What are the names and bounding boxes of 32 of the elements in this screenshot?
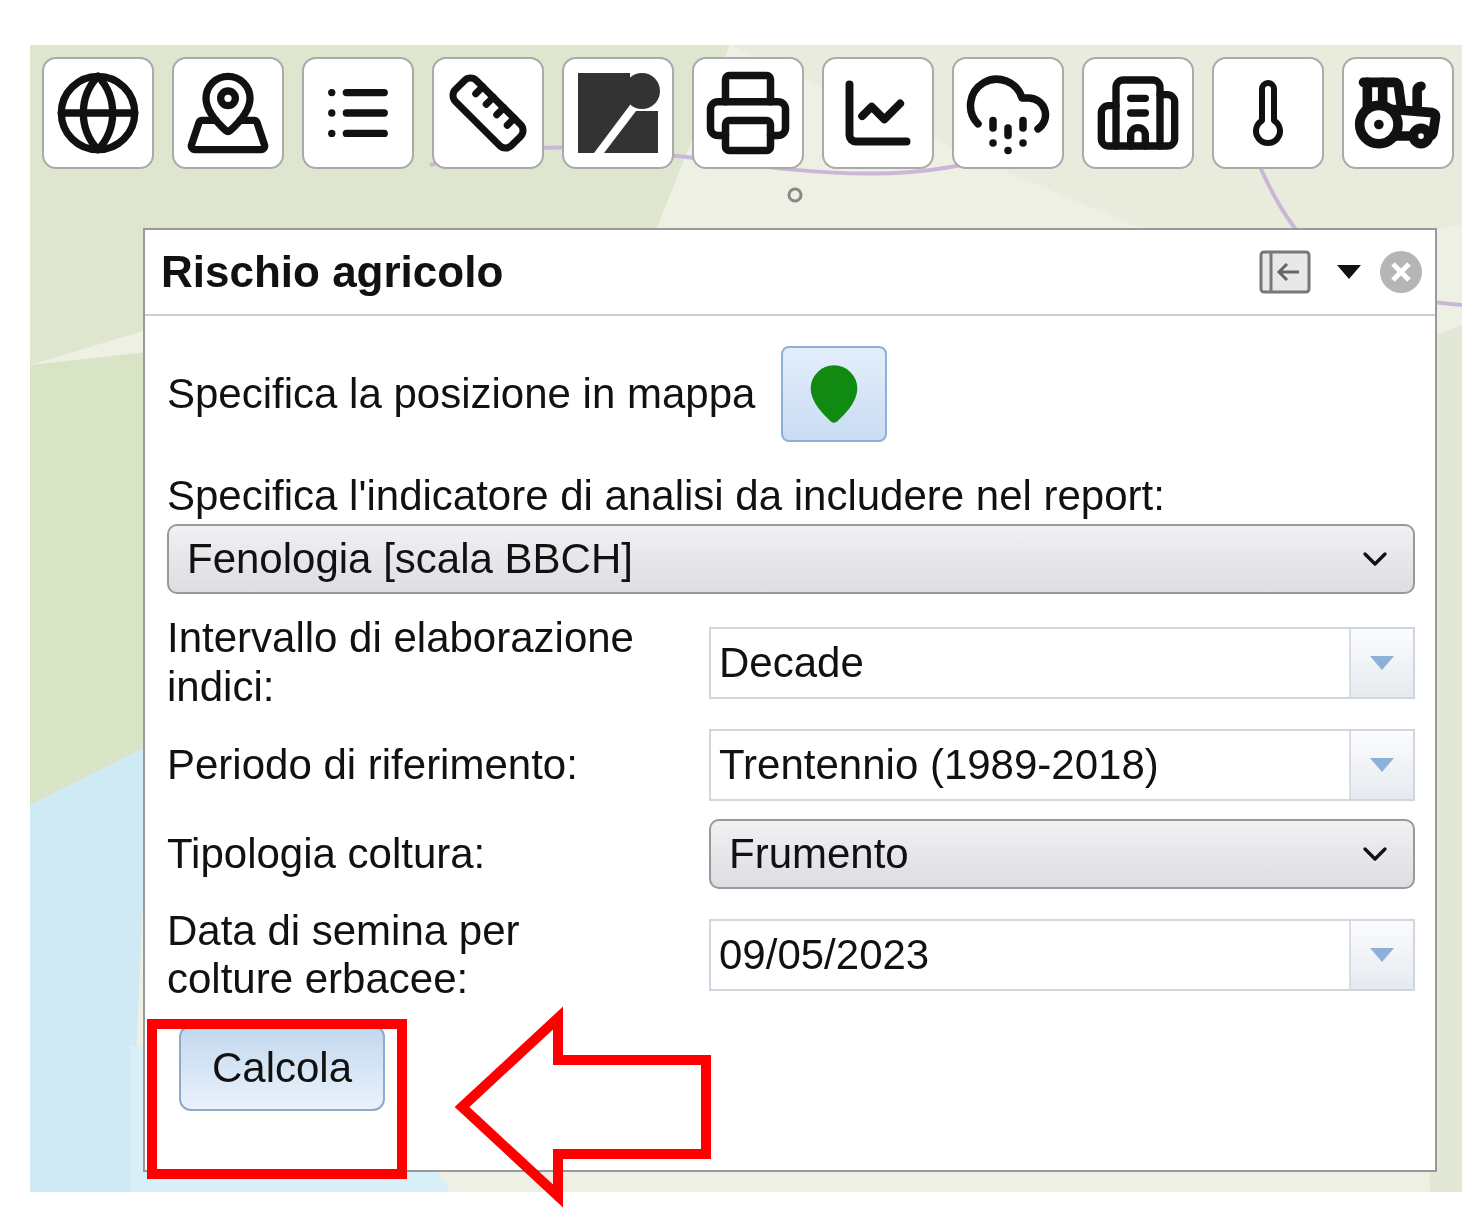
ruler-icon	[446, 71, 530, 155]
combo-field[interactable]: Decade	[709, 626, 1415, 699]
tool-button[interactable]	[1082, 57, 1194, 169]
tool-button[interactable]	[822, 57, 934, 169]
tool-button[interactable]	[562, 57, 674, 169]
caret-icon	[1370, 655, 1394, 670]
field-label: Data di semina per colture erbacee:	[167, 906, 521, 1004]
indicator-label: Specifica l'indicatore di analisi da includere nel report:	[167, 472, 1166, 521]
location-label: Specifica la posizione in mappa	[167, 369, 756, 419]
caret-icon	[1370, 757, 1394, 772]
caret-icon	[1370, 948, 1394, 963]
dock-icon	[1259, 250, 1311, 294]
pick-location-button[interactable]	[781, 346, 888, 442]
tool-button[interactable]	[692, 57, 804, 169]
tool-button[interactable]	[172, 57, 284, 169]
tool-button[interactable]	[1342, 57, 1454, 169]
tool-button[interactable]	[302, 57, 414, 169]
indicator-dropdown[interactable]: Fenologia [scala BBCH]	[167, 524, 1415, 595]
field-label: Periodo di riferimento:	[167, 740, 579, 790]
tool-button[interactable]	[432, 57, 544, 169]
combo-field[interactable]: Trentennio (1989-2018)	[709, 728, 1415, 801]
tool-button[interactable]	[42, 57, 154, 169]
close-icon	[1379, 250, 1423, 294]
tool-button[interactable]	[1212, 57, 1324, 169]
date-field[interactable]: 09/05/2023	[709, 919, 1415, 992]
dock-button[interactable]	[1259, 250, 1311, 294]
menu-button[interactable]	[1337, 265, 1361, 279]
tool-button[interactable]	[952, 57, 1064, 169]
dropdown[interactable]: Frumento	[709, 818, 1415, 889]
field-label: Intervallo di elaborazione indici:	[167, 614, 635, 711]
field-label: Tipologia coltura:	[167, 829, 487, 879]
panel-title: Rischio agricolo	[161, 247, 505, 297]
